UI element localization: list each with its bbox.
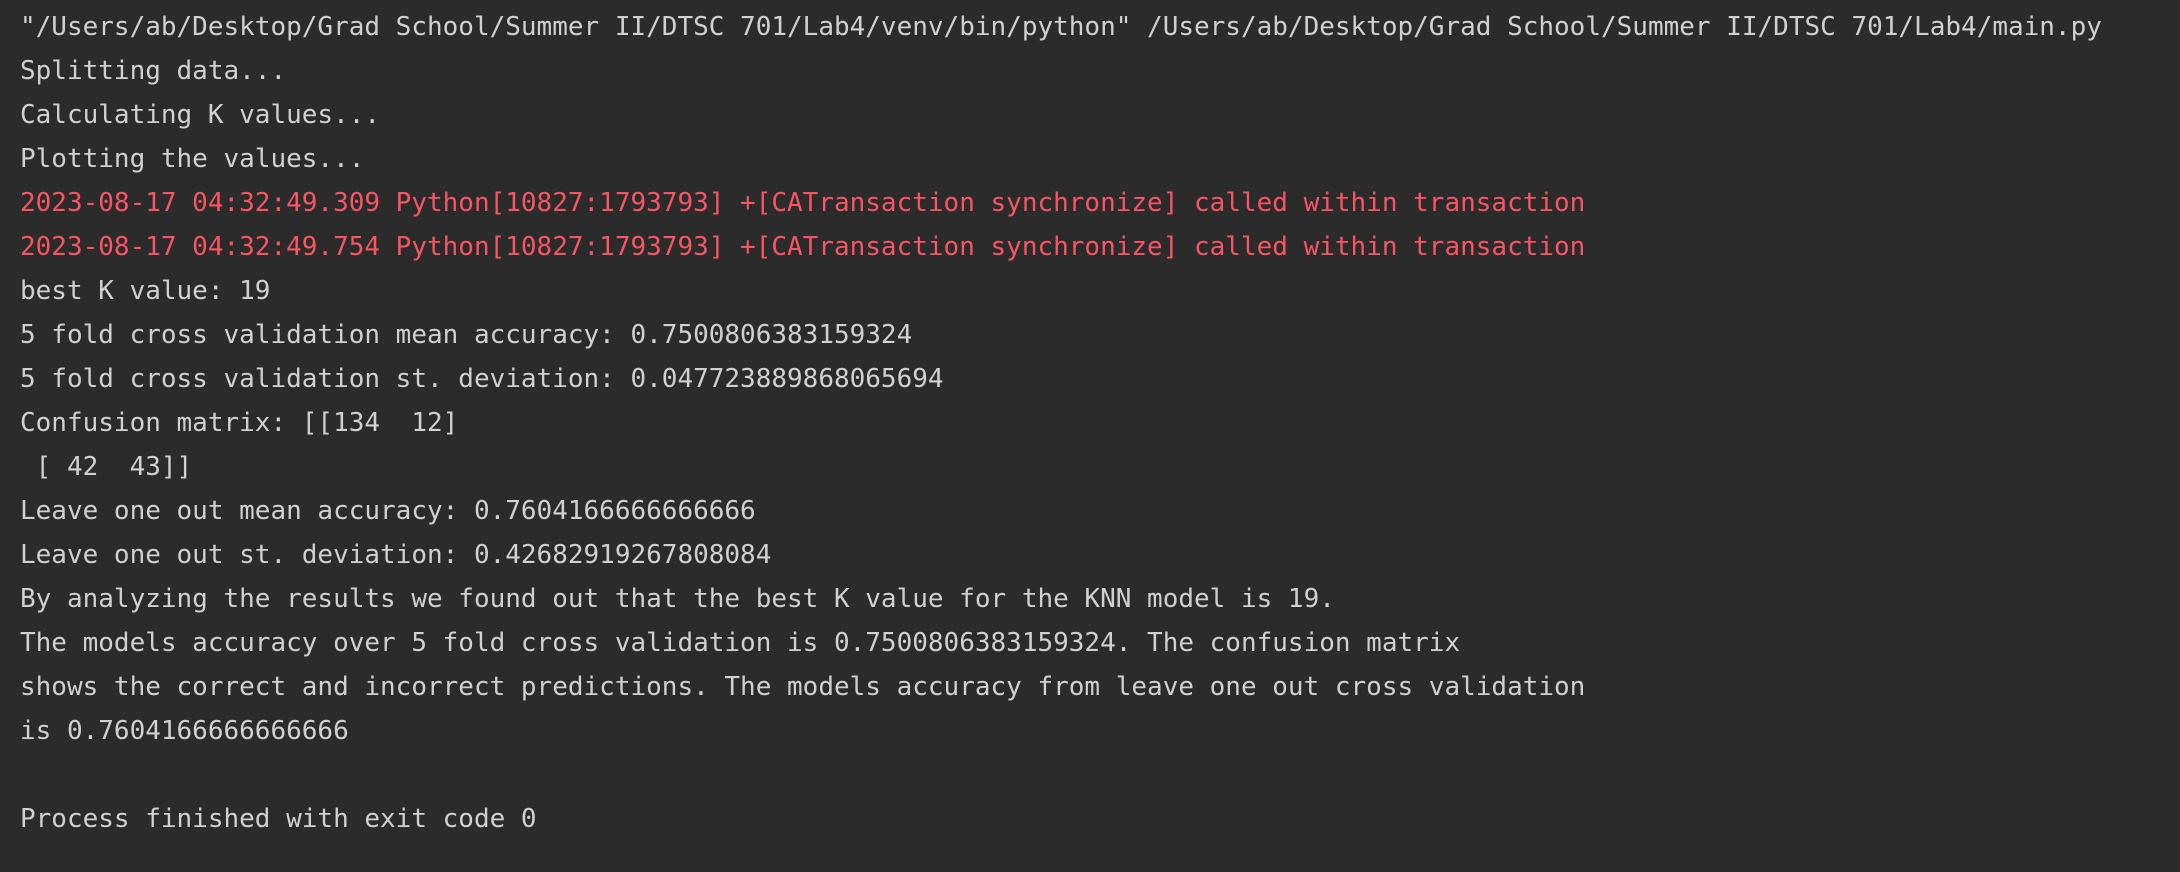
output-line: is 0.7604166666666666 (20, 716, 349, 746)
output-line: 5 fold cross validation mean accuracy: 0… (20, 320, 913, 350)
output-line: Confusion matrix: [[134 12] (20, 408, 459, 438)
command-line: "/Users/ab/Desktop/Grad School/Summer II… (20, 12, 2102, 42)
output-line: Leave one out st. deviation: 0.426829192… (20, 540, 772, 570)
error-line: 2023-08-17 04:32:49.754 Python[10827:179… (20, 232, 1586, 262)
output-line: Leave one out mean accuracy: 0.760416666… (20, 496, 756, 526)
error-line: 2023-08-17 04:32:49.309 Python[10827:179… (20, 188, 1586, 218)
output-line: best K value: 19 (20, 276, 271, 306)
run-console-output[interactable]: "/Users/ab/Desktop/Grad School/Summer II… (0, 0, 2180, 872)
output-line: [ 42 43]] (20, 452, 193, 482)
output-line: Calculating K values... (20, 100, 381, 130)
output-line: By analyzing the results we found out th… (20, 584, 1335, 614)
output-line: shows the correct and incorrect predicti… (20, 672, 1586, 702)
output-line: The models accuracy over 5 fold cross va… (20, 628, 1461, 658)
process-exit-line: Process finished with exit code 0 (20, 804, 537, 834)
output-line: Splitting data... (20, 56, 287, 86)
output-line: Plotting the values... (20, 144, 365, 174)
output-line: 5 fold cross validation st. deviation: 0… (20, 364, 944, 394)
